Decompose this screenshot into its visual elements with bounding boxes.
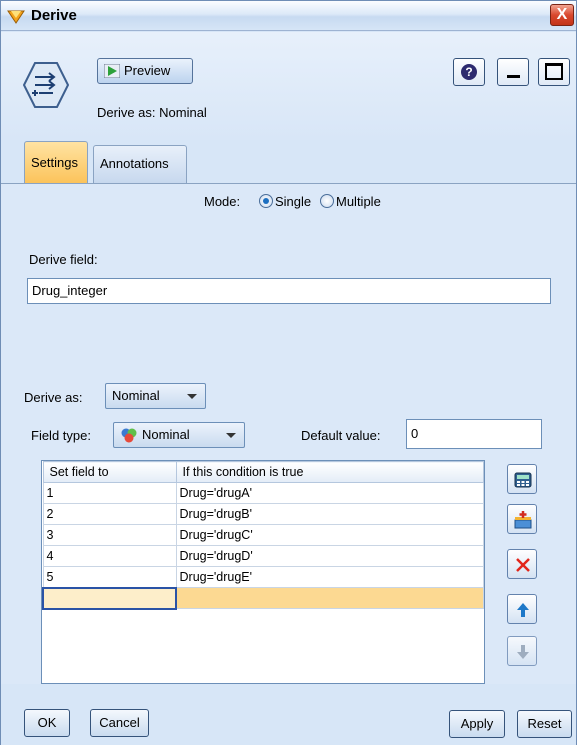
ok-button[interactable]: OK (24, 709, 70, 737)
condition-cell[interactable]: Drug='drugB' (175, 503, 484, 525)
arrow-up-icon (517, 603, 529, 617)
expression-builder-button[interactable] (507, 464, 537, 494)
preview-button[interactable]: Preview (97, 58, 193, 84)
mode-multiple-radio[interactable] (320, 194, 334, 208)
title-bar: Derive X (1, 1, 576, 31)
set-value-cell[interactable]: 5 (42, 566, 177, 588)
table-row[interactable]: 5 Drug='drugE' (42, 566, 484, 588)
condition-cell[interactable]: Drug='drugE' (175, 566, 484, 588)
conditions-table: Set field to If this condition is true 1… (41, 460, 485, 684)
set-value-cell[interactable]: 3 (42, 524, 177, 546)
mode-single-label[interactable]: Single (275, 194, 311, 209)
insert-row-icon (514, 511, 532, 529)
cancel-button[interactable]: Cancel (90, 709, 149, 737)
window-title: Derive (31, 7, 77, 24)
mode-multiple-label[interactable]: Multiple (336, 194, 381, 209)
calculator-icon (514, 472, 532, 488)
preview-play-icon (104, 64, 120, 78)
arrow-down-icon (517, 645, 529, 659)
preview-label: Preview (124, 63, 171, 78)
derive-dialog: Derive X Preview ? Derive as: Nominal Se… (0, 0, 577, 745)
derive-node-icon (7, 10, 25, 24)
field-type-value: Nominal (142, 427, 190, 442)
condition-cell[interactable]: Drug='drugC' (175, 524, 484, 546)
mode-single-radio[interactable] (259, 194, 273, 208)
close-button[interactable]: X (550, 4, 574, 26)
derive-as-caption: Derive as: Nominal (97, 105, 207, 120)
move-up-button[interactable] (507, 594, 537, 624)
delete-row-button[interactable] (507, 549, 537, 579)
condition-cell[interactable]: Drug='drugA' (175, 482, 484, 504)
maximize-button[interactable] (538, 58, 570, 86)
header-area (1, 32, 576, 140)
default-value-label: Default value: (301, 428, 381, 443)
table-row[interactable]: 2 Drug='drugB' (42, 503, 484, 525)
new-set-value-cell[interactable] (42, 586, 177, 610)
nominal-type-icon (121, 428, 137, 443)
derive-field-label: Derive field: (29, 252, 98, 267)
set-value-cell[interactable]: 4 (42, 545, 177, 567)
tab-settings[interactable]: Settings (24, 141, 88, 183)
chevron-down-icon (187, 394, 197, 399)
condition-cell[interactable]: Drug='drugD' (175, 545, 484, 567)
reset-button[interactable]: Reset (517, 710, 572, 738)
maximize-icon (545, 63, 563, 80)
derive-node-hex-icon (23, 62, 69, 108)
table-row[interactable]: 4 Drug='drugD' (42, 545, 484, 567)
table-row[interactable]: 3 Drug='drugC' (42, 524, 484, 546)
tab-annotations[interactable]: Annotations (93, 145, 187, 183)
move-down-button[interactable] (507, 636, 537, 666)
minimize-icon (507, 75, 520, 78)
field-type-select[interactable]: Nominal (113, 422, 245, 448)
field-type-label: Field type: (31, 428, 91, 443)
insert-row-button[interactable] (507, 504, 537, 534)
table-row[interactable]: 1 Drug='drugA' (42, 482, 484, 504)
chevron-down-icon (226, 433, 236, 438)
help-icon: ? (461, 64, 477, 80)
apply-button[interactable]: Apply (449, 710, 505, 738)
derive-as-select[interactable]: Nominal (105, 383, 206, 409)
new-row[interactable] (42, 586, 484, 610)
mode-label: Mode: (204, 194, 241, 209)
tab-strip: Settings Annotations (1, 141, 576, 183)
column-header-set-field[interactable]: Set field to (42, 461, 177, 483)
derive-as-value: Nominal (112, 388, 160, 403)
default-value-input[interactable]: 0 (406, 419, 542, 449)
delete-icon (516, 558, 530, 572)
help-button[interactable]: ? (453, 58, 485, 86)
close-icon: X (556, 6, 568, 23)
table-header-row: Set field to If this condition is true (42, 461, 484, 483)
new-condition-cell[interactable] (175, 587, 484, 609)
set-value-cell[interactable]: 2 (42, 503, 177, 525)
set-value-cell[interactable]: 1 (42, 482, 177, 504)
minimize-button[interactable] (497, 58, 529, 86)
derive-field-input[interactable]: Drug_integer (27, 278, 551, 304)
derive-as-label: Derive as: (24, 390, 83, 405)
column-header-condition[interactable]: If this condition is true (175, 461, 484, 483)
